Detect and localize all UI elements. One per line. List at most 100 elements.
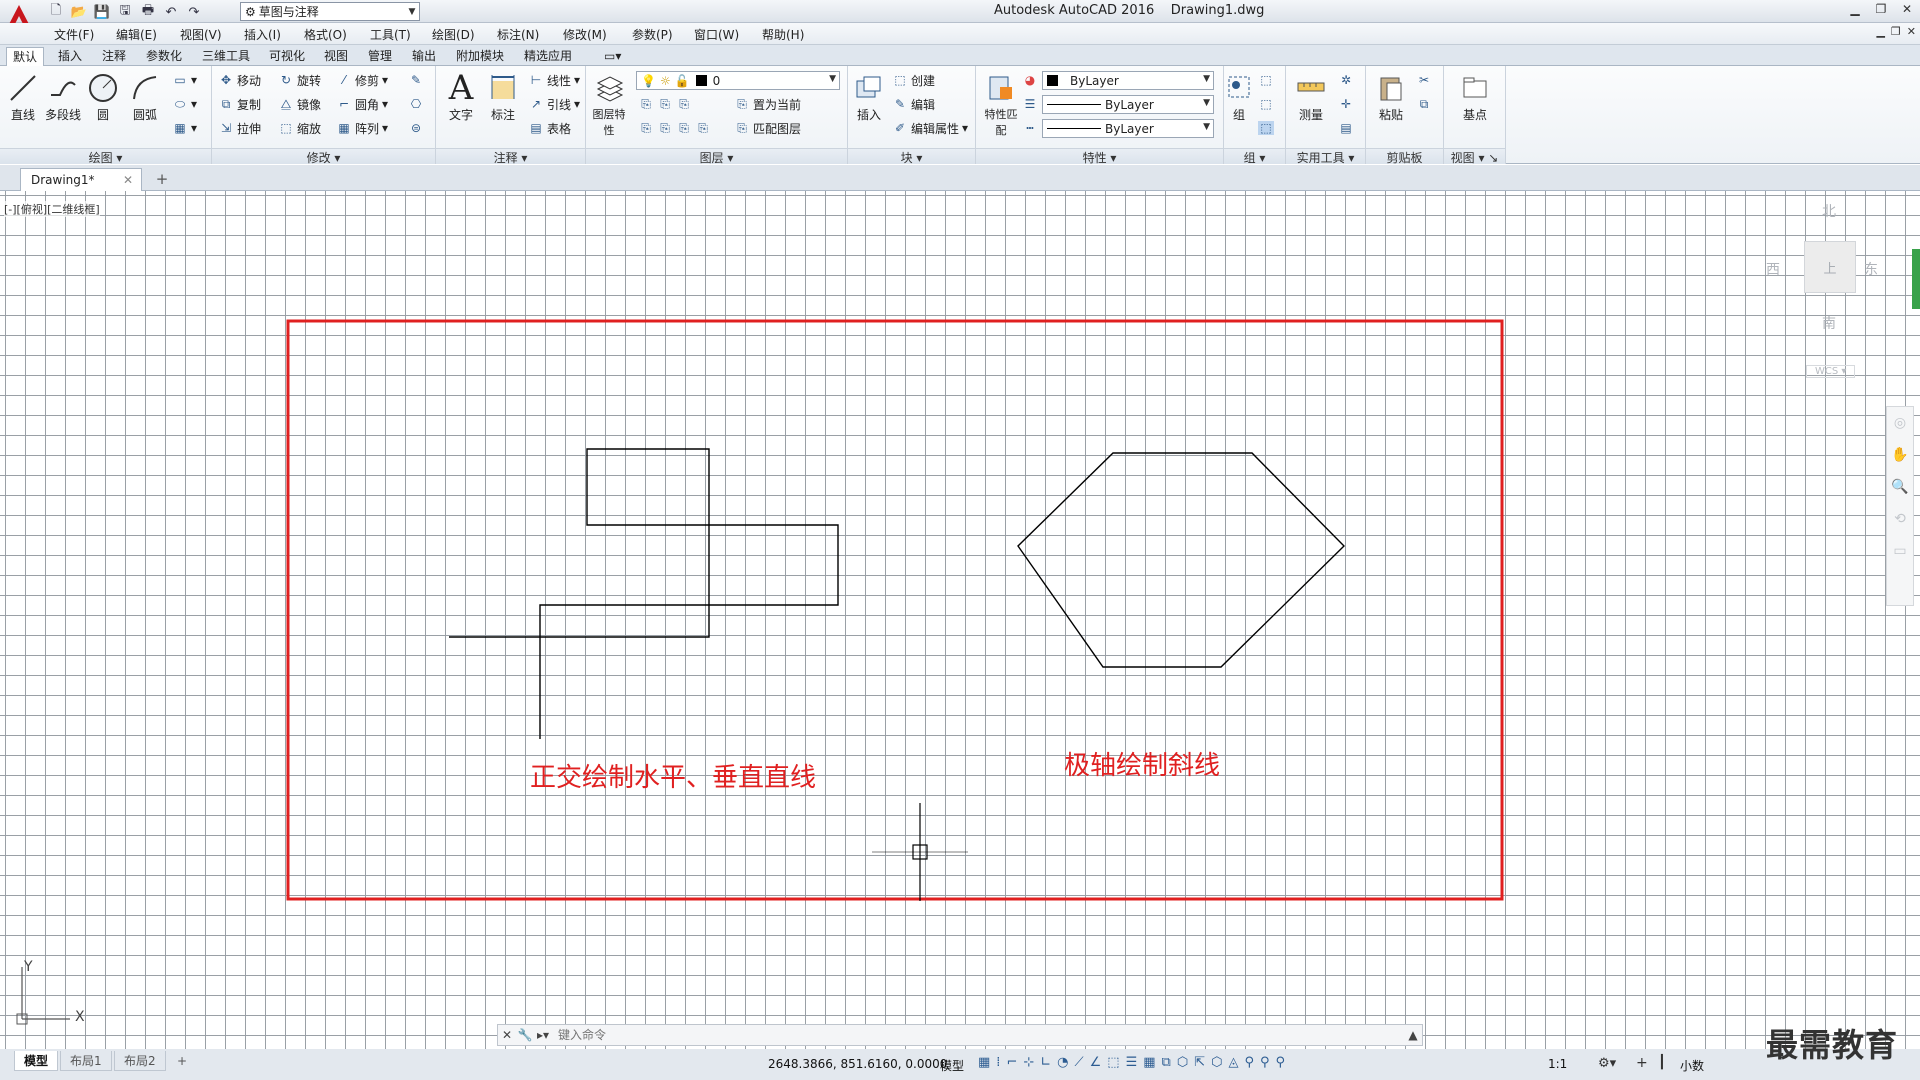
rotate-button[interactable]: ↻ 旋转 bbox=[278, 70, 321, 90]
tab-3d-tools[interactable]: 三维工具 bbox=[196, 47, 256, 66]
menu-insert[interactable]: 插入(I) bbox=[244, 26, 281, 43]
mirror-button[interactable]: ⧋ 镜像 bbox=[278, 94, 321, 114]
panel-groups-title[interactable]: 组 ▾ bbox=[1224, 148, 1285, 165]
layer-properties-button[interactable]: 图层特性 bbox=[588, 70, 630, 138]
polar-tracking-icon[interactable]: ◔ bbox=[1057, 1055, 1068, 1070]
tab-manage[interactable]: 管理 bbox=[362, 47, 398, 66]
viewcube-west[interactable]: 西 bbox=[1766, 259, 1780, 279]
annotation-scale-icon[interactable]: ⚲ bbox=[1276, 1055, 1286, 1070]
rectangle-button[interactable]: ▭ ▾ bbox=[172, 70, 197, 90]
tab-layout1[interactable]: 布局1 bbox=[60, 1051, 112, 1071]
doc-close-icon[interactable]: ✕ bbox=[1907, 25, 1916, 38]
panel-modify-title[interactable]: 修改 ▾ bbox=[212, 148, 435, 165]
menu-parametric[interactable]: 参数(P) bbox=[632, 26, 673, 43]
menu-help[interactable]: 帮助(H) bbox=[762, 26, 804, 43]
units-value[interactable]: 小数 bbox=[1680, 1057, 1704, 1074]
ungroup-button[interactable]: ⬚ bbox=[1258, 70, 1274, 90]
edit-attributes-button[interactable]: ✐ 编辑属性 ▾ bbox=[892, 118, 968, 138]
move-button[interactable]: ✥ 移动 bbox=[218, 70, 261, 90]
copy-button[interactable]: ⧉ 复制 bbox=[218, 94, 261, 114]
ribbon-display-toggle[interactable]: ▭▾ bbox=[598, 47, 627, 66]
close-icon[interactable]: ✕ bbox=[498, 1025, 516, 1045]
coordinate-readout[interactable]: 2648.3866, 851.6160, 0.0000 bbox=[768, 1057, 947, 1071]
table-button[interactable]: ▤ 表格 bbox=[528, 118, 571, 138]
trim-button[interactable]: ⁄ 修剪 ▾ bbox=[336, 70, 388, 90]
scale-button[interactable]: ⬚ 缩放 bbox=[278, 118, 321, 138]
menu-window[interactable]: 窗口(W) bbox=[694, 26, 739, 43]
add-layout-plus-icon[interactable]: + bbox=[168, 1051, 196, 1071]
stretch-button[interactable]: ⇲ 拉伸 bbox=[218, 118, 261, 138]
pan-icon[interactable]: ✋ bbox=[1887, 439, 1913, 471]
auto-scale-icon[interactable]: ⚲ bbox=[1260, 1055, 1270, 1070]
viewport-scroll-indicator[interactable] bbox=[1912, 249, 1920, 309]
linetype-icon-button[interactable]: ┅ bbox=[1022, 118, 1038, 138]
arc-button[interactable]: 圆弧 bbox=[124, 70, 166, 123]
line-button[interactable]: 直线 bbox=[2, 70, 44, 123]
calculator-button[interactable]: ▤ bbox=[1338, 118, 1354, 138]
redo-icon[interactable]: ↷ bbox=[184, 3, 204, 21]
print-icon[interactable]: 🖶 bbox=[138, 3, 158, 21]
selection-cycling-icon[interactable]: ⧉ bbox=[1162, 1055, 1171, 1070]
ortho-icon[interactable]: ∟ bbox=[1040, 1055, 1051, 1070]
undo-icon[interactable]: ↶ bbox=[161, 3, 181, 21]
hatch-button[interactable]: ▦ ▾ bbox=[172, 118, 197, 138]
infer-constraints-icon[interactable]: ⌐ bbox=[1006, 1055, 1017, 1070]
color-wheel-button[interactable]: ◕ bbox=[1022, 70, 1038, 90]
lineweight-dropdown[interactable]: ByLayer ▼ bbox=[1042, 119, 1214, 138]
command-input[interactable] bbox=[552, 1025, 1404, 1045]
tab-model[interactable]: 模型 bbox=[14, 1051, 59, 1071]
selection-filter-icon[interactable]: ⬡ bbox=[1211, 1055, 1222, 1070]
explode-button[interactable]: ⎔ bbox=[408, 94, 424, 114]
match-properties-button[interactable]: 特性匹配 bbox=[980, 70, 1022, 138]
group-button[interactable]: 组 bbox=[1224, 70, 1254, 123]
menu-format[interactable]: 格式(O) bbox=[304, 26, 347, 43]
point-button[interactable]: ✛ bbox=[1338, 94, 1354, 114]
group-select-button[interactable]: ⬚ bbox=[1258, 118, 1274, 138]
panel-block-title[interactable]: 块 ▾ bbox=[848, 148, 975, 165]
tab-layout2[interactable]: 布局2 bbox=[114, 1051, 166, 1071]
wcs-menu[interactable]: WCS ▾ bbox=[1806, 365, 1856, 378]
copy-clip-button[interactable]: ⧉ bbox=[1416, 94, 1432, 114]
layer-dropdown[interactable]: 💡 ☼ 🔓 0 ▼ bbox=[636, 71, 840, 90]
object-snap-tracking-icon[interactable]: ∠ bbox=[1090, 1055, 1102, 1070]
base-view-button[interactable]: 基点 bbox=[1454, 70, 1496, 123]
match-layer-button[interactable]: ⎘ 匹配图层 bbox=[734, 118, 801, 138]
isolate-icon[interactable]: ┃ bbox=[1658, 1055, 1666, 1070]
tab-annotate[interactable]: 注释 bbox=[96, 47, 132, 66]
close-icon[interactable]: ✕ bbox=[123, 173, 133, 187]
tab-addins[interactable]: 附加模块 bbox=[450, 47, 510, 66]
dynamic-input-icon[interactable]: ⊹ bbox=[1023, 1055, 1034, 1070]
tab-parametric[interactable]: 参数化 bbox=[140, 47, 188, 66]
layer-tools-row2[interactable]: ⎘ ⎘ ⎘ ⎘ bbox=[638, 118, 711, 138]
save-icon[interactable]: 💾 bbox=[92, 3, 112, 21]
viewcube[interactable]: 北 西 上 东 南 bbox=[1760, 201, 1880, 341]
annotation-scale-value[interactable]: 1:1 bbox=[1548, 1057, 1567, 1071]
plus-icon[interactable]: + bbox=[1636, 1055, 1648, 1071]
viewcube-east[interactable]: 东 bbox=[1864, 259, 1878, 279]
drawing-canvas[interactable] bbox=[0, 191, 1920, 1049]
tab-view[interactable]: 视图 bbox=[318, 47, 354, 66]
polyline-button[interactable]: 多段线 bbox=[42, 70, 84, 123]
panel-utilities-title[interactable]: 实用工具 ▾ bbox=[1286, 148, 1365, 165]
minimize-icon[interactable]: ▁ bbox=[1842, 0, 1868, 18]
color-dropdown[interactable]: ByLayer ▼ bbox=[1042, 71, 1214, 90]
viewcube-top-face[interactable]: 上 bbox=[1804, 241, 1856, 293]
create-block-button[interactable]: ⬚ 创建 bbox=[892, 70, 935, 90]
panel-annotation-title[interactable]: 注释 ▾ bbox=[436, 148, 585, 165]
menu-view[interactable]: 视图(V) bbox=[180, 26, 222, 43]
circle-button[interactable]: 圆 bbox=[82, 70, 124, 123]
model-space-toggle[interactable]: 模型 bbox=[940, 1057, 964, 1074]
leader-button[interactable]: ↗ 引线 ▾ bbox=[528, 94, 580, 114]
dynamic-ucs-icon[interactable]: ⇱ bbox=[1194, 1055, 1205, 1070]
drawing-viewport[interactable]: [-][俯视][二维线框] 正交绘制水平、垂直直线 极轴绘制斜线 北 西 上 东… bbox=[0, 191, 1920, 1049]
viewcube-south[interactable]: 南 bbox=[1822, 313, 1836, 333]
annotation-visibility-icon[interactable]: ⚲ bbox=[1244, 1055, 1254, 1070]
3d-osnap-icon[interactable]: ⬡ bbox=[1177, 1055, 1188, 1070]
edit-block-button[interactable]: ✎ 编辑 bbox=[892, 94, 935, 114]
workspace-gear-icon[interactable]: ⚙▾ bbox=[1598, 1056, 1616, 1071]
set-current-button[interactable]: ⎘ 置为当前 bbox=[734, 94, 801, 114]
chevron-up-icon[interactable]: ▲ bbox=[1404, 1025, 1422, 1045]
panel-clipboard-title[interactable]: 剪贴板 bbox=[1366, 148, 1443, 165]
ellipse-button[interactable]: ⬭ ▾ bbox=[172, 94, 197, 114]
tab-visualize[interactable]: 可视化 bbox=[263, 47, 311, 66]
